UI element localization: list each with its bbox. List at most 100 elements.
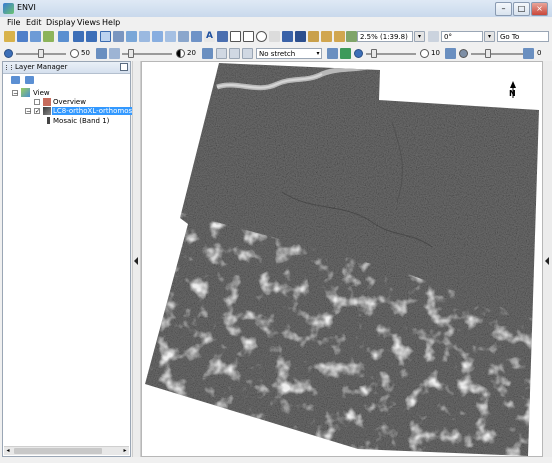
menu-file[interactable]: File xyxy=(7,18,20,27)
measure-icon[interactable] xyxy=(178,31,189,42)
open-file-icon[interactable] xyxy=(4,31,15,42)
menu-views[interactable]: Views xyxy=(77,18,100,27)
raster-layer-icon xyxy=(43,107,51,115)
envi-app-icon xyxy=(3,3,14,14)
polygon-annotation-icon[interactable] xyxy=(230,31,241,42)
layer-manager-title: Layer Manager xyxy=(15,63,68,71)
menu-bar: File Edit Display Views Help xyxy=(0,17,552,30)
image-view[interactable]: N xyxy=(141,61,543,457)
brightness-slider-thumb[interactable] xyxy=(38,49,44,58)
overview-icon xyxy=(43,98,51,106)
symbol-annotation-icon[interactable] xyxy=(217,31,228,42)
redo-icon[interactable] xyxy=(86,31,97,42)
scroll-thumb[interactable] xyxy=(14,448,102,454)
text-annotation-icon[interactable]: A xyxy=(204,31,215,42)
band-icon xyxy=(47,117,50,124)
menu-edit[interactable]: Edit xyxy=(26,18,42,27)
collapse-all-icon[interactable] xyxy=(11,76,20,84)
panel-float-icon[interactable] xyxy=(120,63,128,71)
refresh-stretch-icon[interactable] xyxy=(327,48,338,59)
stretch-select[interactable]: No stretch xyxy=(256,48,322,59)
zoom-in-icon[interactable] xyxy=(321,31,332,42)
cursor-value-icon[interactable] xyxy=(191,31,202,42)
scroll-left-arrow-icon[interactable]: ◂ xyxy=(4,447,12,455)
fit-view-icon[interactable] xyxy=(346,31,357,42)
contrast-icon xyxy=(70,49,79,58)
reset-brightness-icon[interactable] xyxy=(96,48,107,59)
roi-icon[interactable] xyxy=(152,31,163,42)
view-collapse-toggle[interactable]: − xyxy=(12,90,18,97)
layer-panel-hscrollbar[interactable]: ◂ ▸ xyxy=(4,446,129,455)
sharpen-end-icon xyxy=(420,49,429,58)
collapse-left-arrow-icon[interactable] xyxy=(134,257,138,265)
main-toolbar: A 2.5% (1:39.8) ▾ 0° ▾ Go To xyxy=(0,30,552,47)
stretch-custom-icon[interactable] xyxy=(242,48,253,59)
rotate-icon[interactable] xyxy=(113,31,124,42)
contrast-value: 20 xyxy=(187,49,196,57)
crosshair-icon[interactable] xyxy=(165,31,176,42)
transparency-value: 0 xyxy=(537,49,542,57)
line-annotation-icon[interactable] xyxy=(269,31,280,42)
sharpen-icon xyxy=(354,49,363,58)
north-up-icon[interactable] xyxy=(428,31,439,42)
contrast-slider-thumb[interactable] xyxy=(128,49,134,58)
right-splitter[interactable] xyxy=(543,61,552,457)
overview-checkbox[interactable] xyxy=(34,99,40,105)
contrast-tool-icon[interactable] xyxy=(109,48,120,59)
goto-field[interactable]: Go To xyxy=(497,31,549,42)
layer-manager-header: Layer Manager xyxy=(3,62,130,74)
grip-icon[interactable] xyxy=(6,65,12,70)
arrow-annotation-icon[interactable] xyxy=(282,31,293,42)
tree-view-label[interactable]: View xyxy=(33,89,50,97)
sharpen-value: 10 xyxy=(431,49,440,57)
zoom-tool-icon[interactable] xyxy=(139,31,150,42)
reset-transparency-icon[interactable] xyxy=(523,48,534,59)
close-button[interactable]: × xyxy=(531,2,548,16)
contrast-half-icon xyxy=(176,49,185,58)
menu-display[interactable]: Display xyxy=(46,18,76,27)
expand-all-icon[interactable] xyxy=(25,76,34,84)
expand-right-panel-arrow-icon[interactable] xyxy=(545,257,549,265)
rotation-field[interactable]: 0° xyxy=(441,31,483,42)
picture-annotation-icon[interactable] xyxy=(295,31,306,42)
transparency-slider-thumb[interactable] xyxy=(485,49,491,58)
ellipse-annotation-icon[interactable] xyxy=(256,31,267,42)
sharpen-slider-thumb[interactable] xyxy=(371,49,377,58)
layer-icon[interactable] xyxy=(58,31,69,42)
stretch-dropdown-icon[interactable]: ▾ xyxy=(314,49,322,58)
undo-icon[interactable] xyxy=(73,31,84,42)
zoom-dropdown-icon[interactable]: ▾ xyxy=(414,31,425,42)
transparency-slider-track[interactable] xyxy=(471,53,523,55)
view-folder-icon xyxy=(21,88,30,97)
save-icon[interactable] xyxy=(30,31,41,42)
tree-band-label[interactable]: Mosaic (Band 1) xyxy=(53,117,109,125)
maximize-button[interactable]: □ xyxy=(513,2,530,16)
pan-icon[interactable] xyxy=(126,31,137,42)
brightness-value: 50 xyxy=(81,49,90,57)
panel-splitter[interactable] xyxy=(132,61,141,457)
rotation-dropdown-icon[interactable]: ▾ xyxy=(484,31,495,42)
stretch-gaussian-icon[interactable] xyxy=(229,48,240,59)
title-bar: ENVI – □ × xyxy=(0,0,552,18)
minimize-button[interactable]: – xyxy=(495,2,512,16)
transparency-icon xyxy=(459,49,468,58)
menu-help[interactable]: Help xyxy=(102,18,120,27)
select-arrow-icon[interactable] xyxy=(100,31,111,42)
data-manager-icon[interactable] xyxy=(17,31,28,42)
reset-contrast-icon[interactable] xyxy=(202,48,213,59)
tree-overview-label[interactable]: Overview xyxy=(53,98,86,106)
reset-sharpen-icon[interactable] xyxy=(445,48,456,59)
zoom-out-icon[interactable] xyxy=(334,31,345,42)
print-icon[interactable] xyxy=(43,31,54,42)
satellite-image: N xyxy=(145,63,539,456)
magnifier-icon[interactable] xyxy=(308,31,319,42)
scroll-right-arrow-icon[interactable]: ▸ xyxy=(121,447,129,455)
tree-layer-label[interactable]: LC8-orthoXL-orthomosaic xyxy=(52,107,144,115)
stretch-linear-icon[interactable] xyxy=(216,48,227,59)
layer-collapse-toggle[interactable]: − xyxy=(25,108,31,115)
rectangle-annotation-icon[interactable] xyxy=(243,31,254,42)
display-toolbar: 50 20 No stretch ▾ 10 0 xyxy=(0,46,552,61)
histogram-icon[interactable] xyxy=(340,48,351,59)
layer-checkbox[interactable]: ✓ xyxy=(34,108,40,115)
zoom-field[interactable]: 2.5% (1:39.8) xyxy=(357,31,413,42)
